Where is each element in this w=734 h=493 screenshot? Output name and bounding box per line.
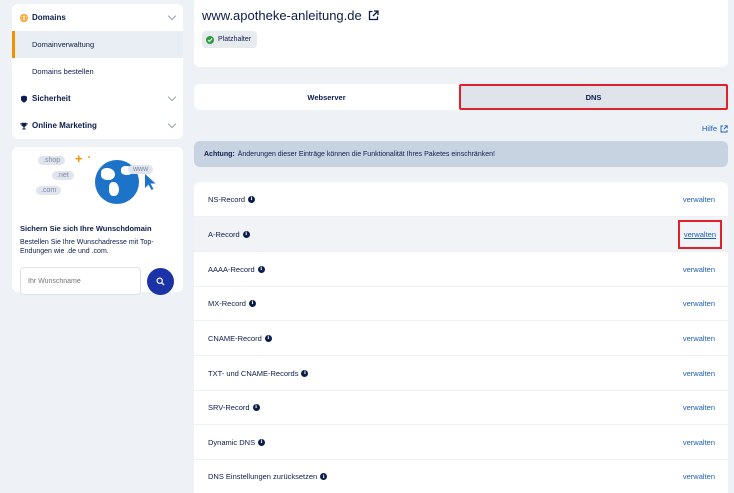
warning-title: Achtung: bbox=[204, 150, 235, 158]
chevron-down-icon bbox=[167, 119, 177, 129]
record-name: AAAA-Record i bbox=[208, 265, 265, 274]
sidebar-item-online-marketing[interactable]: Online Marketing bbox=[12, 112, 183, 139]
domain-search-button[interactable] bbox=[147, 267, 174, 295]
list-item: CNAME-Record i verwalten bbox=[194, 321, 728, 356]
bubble-shop: .shop bbox=[38, 156, 66, 165]
sidebar-item-label: Online Marketing bbox=[32, 121, 97, 130]
manage-link[interactable]: verwalten bbox=[683, 265, 715, 274]
tab-bar: Webserver DNS bbox=[194, 84, 728, 110]
record-name: MX-Record i bbox=[208, 299, 256, 308]
tab-webserver[interactable]: Webserver bbox=[194, 84, 459, 110]
external-link-icon[interactable] bbox=[368, 10, 379, 21]
record-name: SRV-Record i bbox=[208, 403, 260, 412]
bubble-net: .net bbox=[52, 171, 74, 180]
bubble-com: .com bbox=[36, 186, 62, 195]
sidebar-nav: Domains Domainverwaltung Domains bestell… bbox=[12, 4, 183, 139]
tab-dns[interactable]: DNS bbox=[459, 84, 728, 110]
domain-promo: .shop .net .com + • www Sichern Sie sich… bbox=[12, 147, 183, 295]
manage-link[interactable]: verwalten bbox=[677, 219, 722, 249]
info-icon[interactable]: i bbox=[248, 195, 256, 203]
help-label: Hilfe bbox=[701, 124, 717, 133]
domain-search-input[interactable] bbox=[20, 267, 141, 295]
plus-small-icon: • bbox=[88, 155, 91, 161]
info-icon[interactable]: i bbox=[301, 369, 309, 377]
record-name: CNAME-Record i bbox=[208, 334, 272, 343]
sidebar-item-label: Sicherheit bbox=[32, 94, 71, 103]
list-item: DNS Einstellungen zurücksetzen i verwalte… bbox=[194, 459, 728, 493]
info-icon[interactable]: i bbox=[242, 230, 250, 238]
info-icon[interactable]: i bbox=[258, 438, 266, 446]
page-title: www.apotheke-anleitung.de bbox=[202, 8, 379, 23]
list-item: AAAA-Record i verwalten bbox=[194, 252, 728, 287]
check-icon bbox=[206, 35, 214, 44]
list-item: TXT- und CNAME-Records i verwalten bbox=[194, 356, 728, 391]
manage-link[interactable]: verwalten bbox=[683, 369, 715, 378]
info-icon[interactable]: i bbox=[252, 403, 260, 411]
domain-search bbox=[20, 267, 175, 295]
search-icon bbox=[156, 277, 165, 285]
warning-text: Änderungen dieser Einträge können die Fu… bbox=[237, 150, 495, 158]
promo-text: Bestellen Sie Ihre Wunschadresse mit Top… bbox=[20, 239, 154, 255]
list-item: Dynamic DNS i verwalten bbox=[194, 425, 728, 460]
sidebar-item-domains-bestellen[interactable]: Domains bestellen bbox=[12, 58, 183, 85]
manage-link[interactable]: verwalten bbox=[683, 438, 715, 447]
record-name: TXT- und CNAME-Records i bbox=[208, 369, 309, 378]
manage-link[interactable]: verwalten bbox=[683, 472, 715, 481]
chevron-down-icon bbox=[167, 92, 177, 102]
record-name: Dynamic DNS i bbox=[208, 438, 266, 447]
status-badge: Platzhalter bbox=[202, 31, 258, 48]
help-link[interactable]: Hilfe bbox=[702, 124, 728, 133]
chevron-up-icon bbox=[167, 11, 177, 21]
record-name: DNS Einstellungen zurücksetzen i bbox=[208, 472, 328, 481]
plus-icon: + bbox=[75, 151, 83, 166]
manage-link[interactable]: verwalten bbox=[683, 195, 715, 204]
info-icon[interactable]: i bbox=[257, 265, 265, 273]
sidebar-item-domainverwaltung[interactable]: Domainverwaltung bbox=[12, 31, 183, 58]
domain-illustration: .shop .net .com + • www bbox=[20, 151, 175, 216]
warning-banner: Achtung: Änderungen dieser Einträge könn… bbox=[194, 141, 728, 167]
manage-link[interactable]: verwalten bbox=[683, 299, 715, 308]
list-item: A-Record i verwalten bbox=[194, 217, 728, 252]
list-item: MX-Record i verwalten bbox=[194, 286, 728, 321]
domain-name: www.apotheke-anleitung.de bbox=[202, 8, 362, 23]
info-icon[interactable]: i bbox=[264, 334, 272, 342]
record-name: NS-Record i bbox=[208, 195, 256, 204]
list-item: SRV-Record i verwalten bbox=[194, 390, 728, 425]
promo-title: Sichern Sie sich Ihre Wunschdomain bbox=[20, 224, 152, 233]
list-item: NS-Record i verwalten bbox=[194, 182, 728, 217]
info-icon[interactable]: i bbox=[248, 299, 256, 307]
dns-record-list: NS-Record i verwalten A-Record i verwalten… bbox=[194, 182, 728, 493]
sidebar-item-domains[interactable]: Domains bbox=[12, 4, 183, 31]
domain-header: www.apotheke-anleitung.de Platzhalter bbox=[194, 0, 728, 67]
status-badge-label: Platzhalter bbox=[218, 36, 252, 43]
globe-icon bbox=[20, 13, 28, 22]
trophy-icon bbox=[20, 122, 28, 130]
sidebar-item-sicherheit[interactable]: Sicherheit bbox=[12, 85, 183, 112]
record-name: A-Record i bbox=[208, 230, 250, 239]
shield-icon bbox=[20, 95, 28, 103]
sidebar-item-label: Domains bbox=[32, 13, 66, 22]
cursor-icon bbox=[145, 174, 156, 190]
sidebar: Domains Domainverwaltung Domains bestell… bbox=[12, 4, 183, 295]
manage-link[interactable]: verwalten bbox=[683, 334, 715, 343]
info-icon[interactable]: i bbox=[320, 473, 328, 480]
manage-link[interactable]: verwalten bbox=[683, 403, 715, 412]
external-link-icon bbox=[720, 124, 728, 132]
